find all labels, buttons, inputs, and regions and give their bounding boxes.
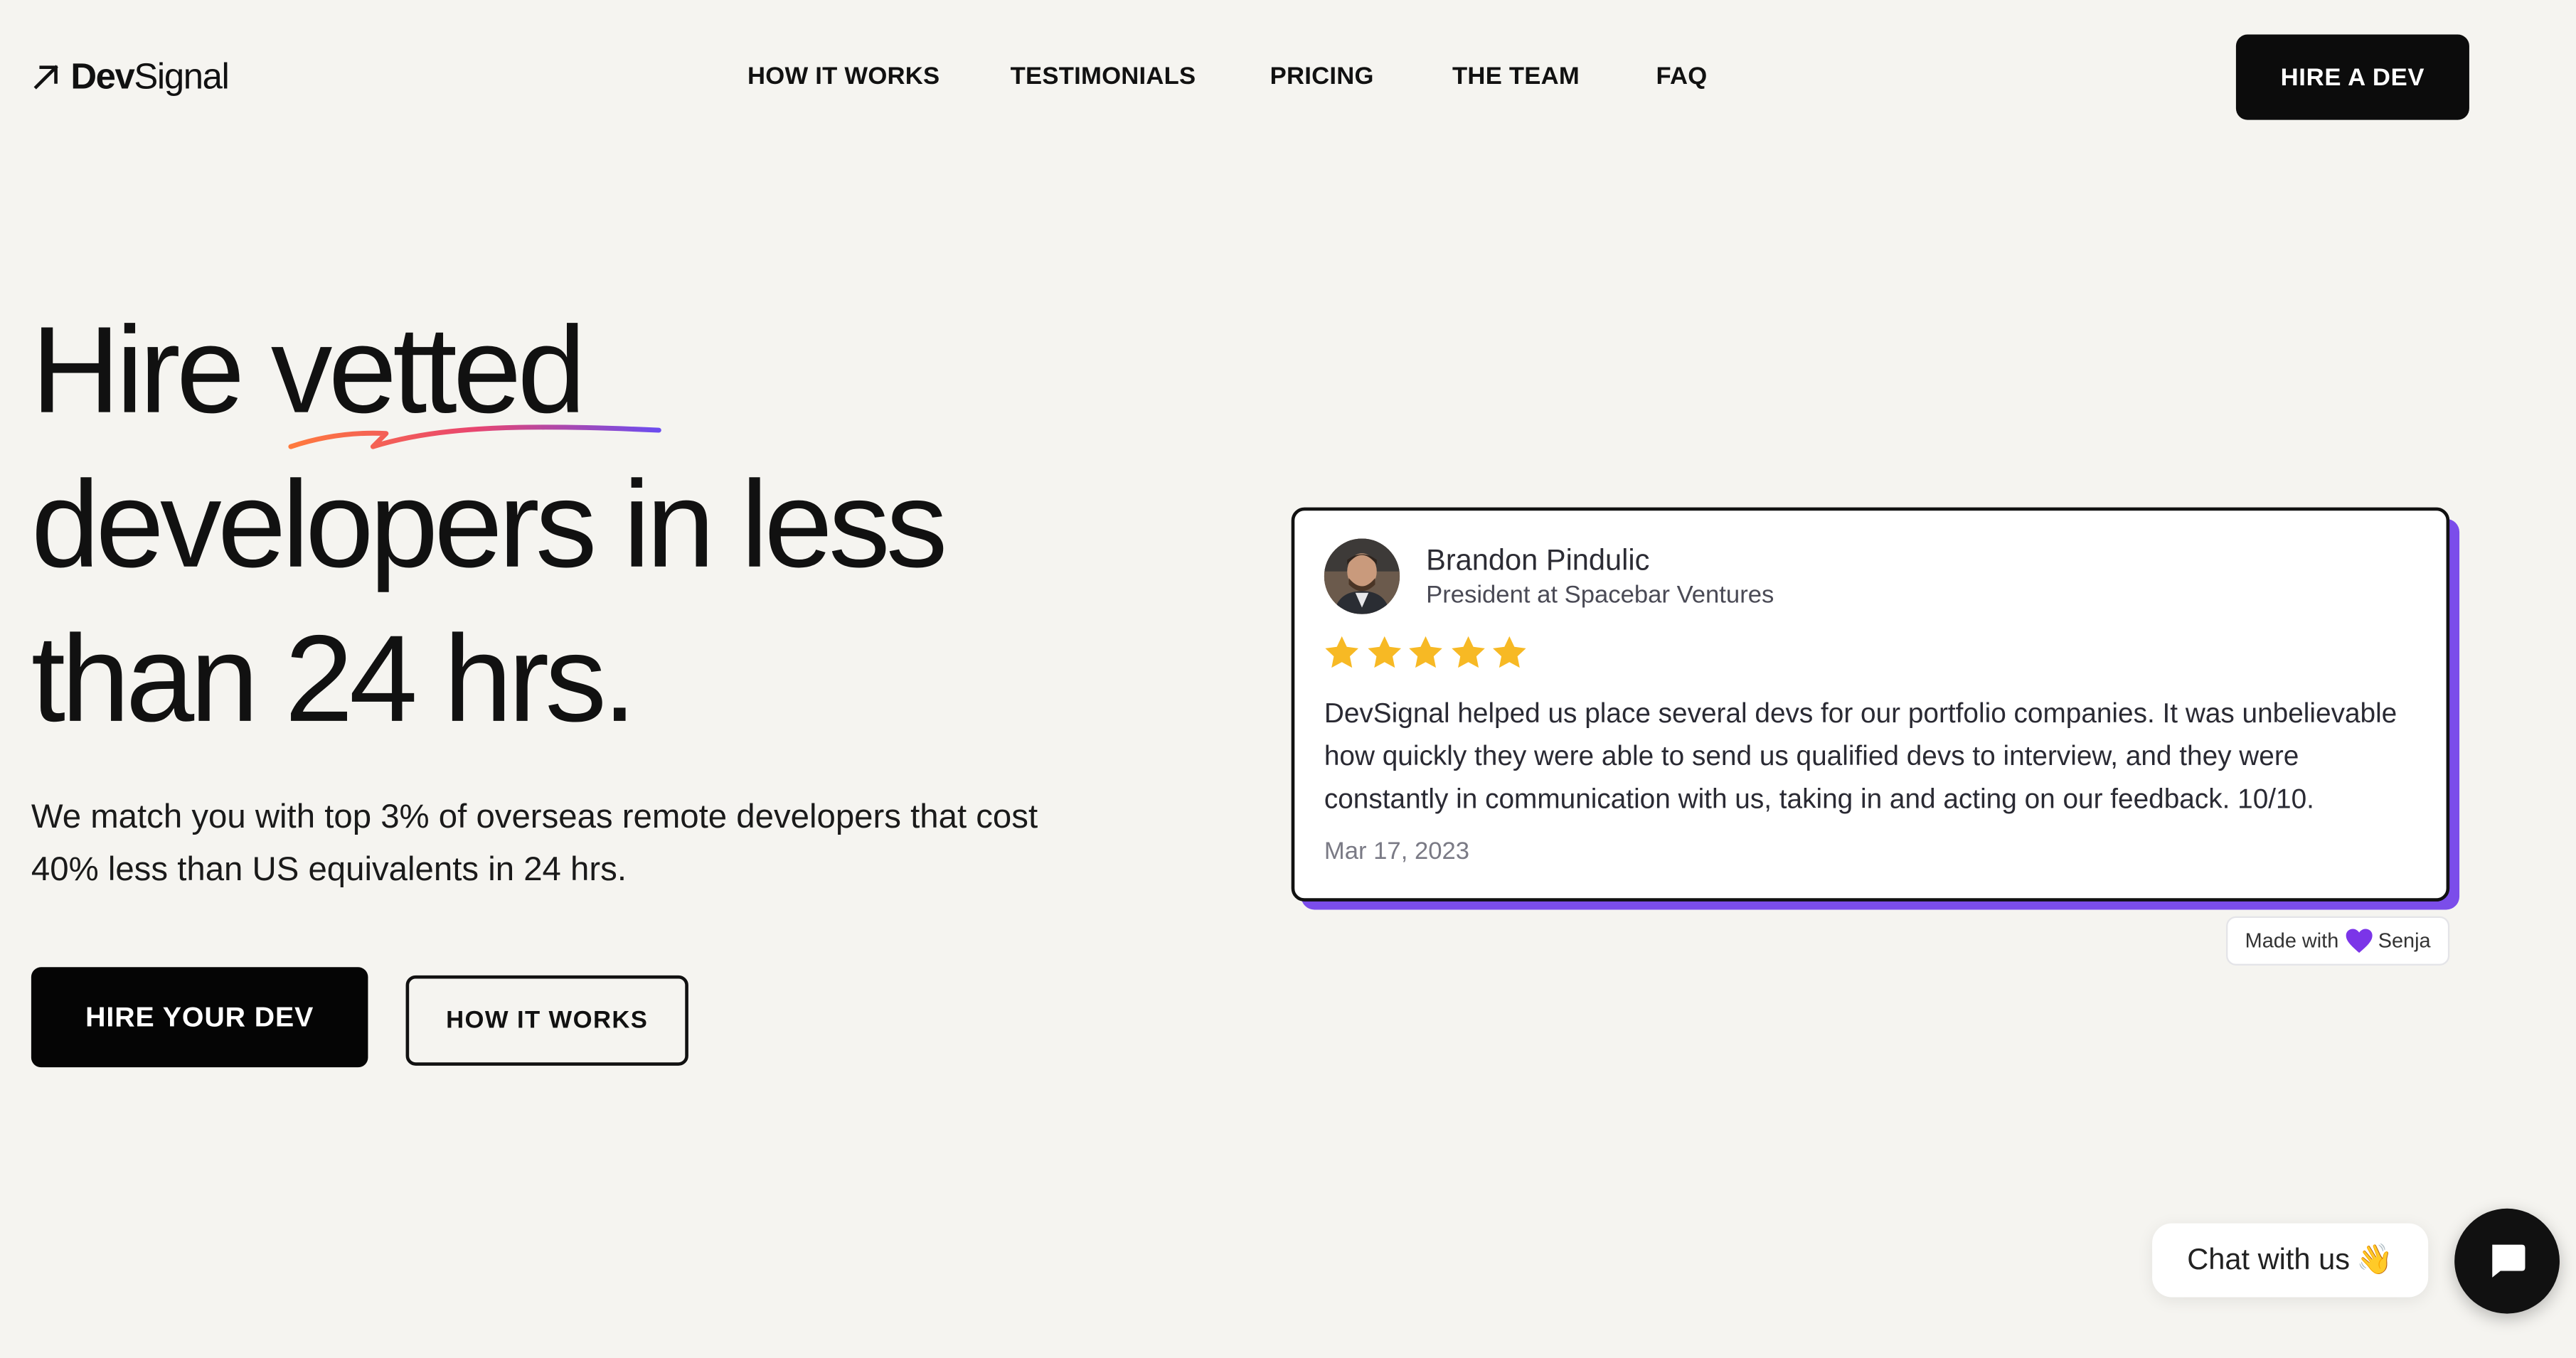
star-icon <box>1367 636 1400 668</box>
page: DevSignal HOW IT WORKS TESTIMONIALS PRIC… <box>0 0 2576 1358</box>
reviewer-title: President at Spacebar Ventures <box>1426 581 1774 609</box>
senja-brand: Senja <box>2378 929 2431 953</box>
testimonial-card: Brandon Pindulic President at Spacebar V… <box>1291 507 2450 902</box>
arrow-up-right-icon <box>33 65 58 90</box>
hero-title-line1-a: Hire <box>31 300 271 439</box>
waving-hand-icon: 👋 <box>2356 1243 2394 1276</box>
made-with-label: Made with <box>2245 929 2339 953</box>
star-icon <box>1409 636 1442 668</box>
hire-your-dev-button[interactable]: HIRE YOUR DEV <box>31 967 368 1068</box>
logo-text: DevSignal <box>70 55 229 97</box>
nav-pricing[interactable]: PRICING <box>1270 63 1374 90</box>
avatar <box>1324 538 1400 614</box>
nav-the-team[interactable]: THE TEAM <box>1452 63 1580 90</box>
hero-title-line3: than 24 hrs. <box>31 609 637 747</box>
how-it-works-button[interactable]: HOW IT WORKS <box>405 975 688 1066</box>
star-icon <box>1325 636 1358 668</box>
chat-label: Chat with us <box>2187 1243 2351 1276</box>
chat-with-us-bubble[interactable]: Chat with us 👋 <box>2152 1223 2429 1298</box>
nav-testimonials[interactable]: TESTIMONIALS <box>1011 63 1196 90</box>
hero-title-line2: developers in less <box>31 454 948 593</box>
star-icon <box>1493 636 1526 668</box>
hire-a-dev-button[interactable]: HIRE A DEV <box>2235 34 2469 120</box>
hero-title: Hire vetted developers in less than 24 h… <box>31 292 1181 755</box>
heart-icon <box>2345 929 2372 953</box>
nav-how-it-works[interactable]: HOW IT WORKS <box>747 63 940 90</box>
hero-subtitle: We match you with top 3% of overseas rem… <box>31 798 1038 889</box>
chat-icon <box>2492 1244 2526 1278</box>
review-text: DevSignal helped us place several devs f… <box>1324 697 2397 815</box>
star-icon <box>1451 636 1484 668</box>
chat-launcher-button[interactable] <box>2454 1208 2560 1314</box>
logo[interactable]: DevSignal <box>31 55 230 99</box>
made-with-senja-badge[interactable]: Made with Senja <box>2226 916 2450 966</box>
reviewer-name: Brandon Pindulic <box>1426 543 1650 577</box>
star-rating <box>1323 633 1529 672</box>
squiggle-underline <box>288 424 661 449</box>
nav-faq[interactable]: FAQ <box>1656 63 1707 90</box>
review-date: Mar 17, 2023 <box>1324 837 1470 866</box>
